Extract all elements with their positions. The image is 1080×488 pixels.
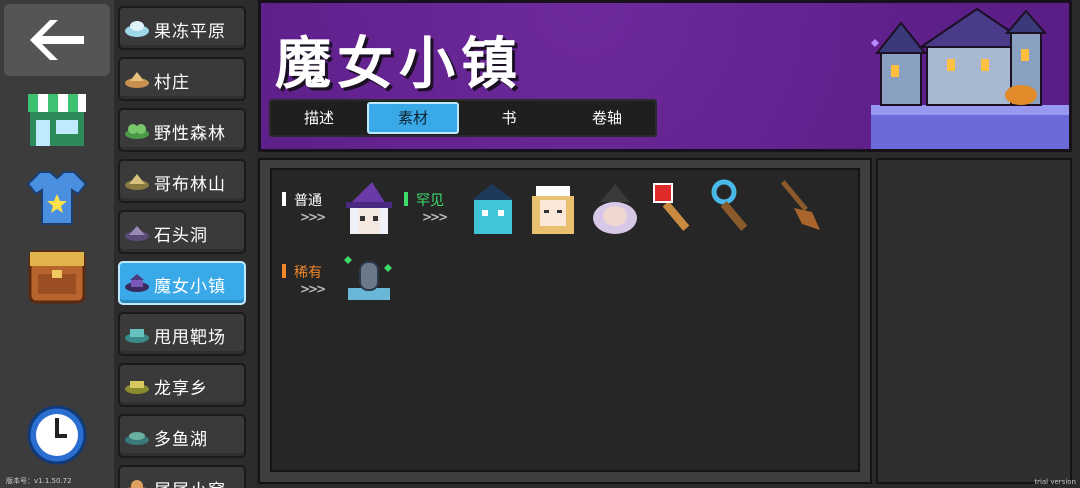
region-label: 魔女小镇 — [154, 277, 226, 297]
rarity-arrows: >>> — [422, 210, 448, 224]
trial-watermark: trial version — [1034, 478, 1076, 486]
region-label: 石头洞 — [154, 226, 208, 246]
region-item-fish-lake[interactable]: 多鱼湖 — [118, 414, 246, 458]
rarity-common: 普通 >>> — [282, 190, 342, 230]
region-item-target-range[interactable]: 甩甩靶场 — [118, 312, 246, 356]
region-list[interactable]: 果冻平原 村庄 野性森林 哥布林山 石头洞 魔女小镇 甩甩靶场 龙享乡 多鱼湖 … — [114, 0, 256, 488]
rarity-marker — [282, 264, 286, 278]
region-label: 尾尾小窝 — [154, 476, 226, 488]
region-item-dragon-village[interactable]: 龙享乡 — [118, 363, 246, 407]
tab-scrolls[interactable]: 卷轴 — [563, 104, 651, 132]
old-witch-icon[interactable] — [588, 182, 642, 236]
region-label: 多鱼湖 — [154, 430, 208, 450]
tab-books[interactable]: 书 — [465, 104, 553, 132]
fish-lake-icon — [125, 432, 149, 445]
region-label: 甩甩靶场 — [154, 328, 226, 348]
region-header: 魔女小镇 描述 素材 书 卷轴 — [258, 0, 1072, 152]
rarity-uncommon: 罕见 >>> — [404, 190, 464, 230]
rarity-label: 稀有 — [294, 265, 322, 281]
rarity-arrows: >>> — [300, 282, 326, 296]
goblin-mountain-icon — [125, 174, 149, 190]
region-item-goblin-mountain[interactable]: 哥布林山 — [118, 159, 246, 203]
blue-staff-icon[interactable] — [708, 178, 762, 232]
shirt-icon[interactable] — [26, 166, 88, 228]
region-label: 龙享乡 — [154, 379, 208, 399]
target-range-icon — [125, 329, 149, 343]
material-detail-panel — [876, 158, 1072, 484]
tombstone-icon[interactable] — [342, 250, 396, 304]
rarity-arrows: >>> — [300, 210, 326, 224]
shop-icon[interactable] — [26, 88, 88, 150]
red-wand-icon[interactable] — [648, 178, 702, 232]
rarity-marker — [282, 192, 286, 206]
dragon-village-icon — [125, 381, 149, 394]
maid-girl-icon[interactable] — [526, 182, 580, 236]
witch-town-icon — [125, 274, 149, 292]
witch-town-castle-image — [871, 7, 1069, 149]
region-item-stone-cave[interactable]: 石头洞 — [118, 210, 246, 254]
version-label: 版本号：v1.1.50.72 — [6, 477, 72, 485]
rarity-label: 罕见 — [416, 193, 444, 209]
back-arrow-icon — [30, 20, 84, 60]
clock-icon[interactable] — [26, 404, 88, 466]
back-button[interactable] — [4, 4, 110, 76]
broom-icon[interactable] — [768, 178, 822, 232]
backpack-icon[interactable] — [26, 244, 88, 306]
jelly-plain-icon — [125, 21, 149, 37]
tab-description[interactable]: 描述 — [275, 104, 363, 132]
page-title: 魔女小镇 — [275, 32, 523, 97]
ghost-witch-icon[interactable] — [466, 182, 520, 236]
region-label: 村庄 — [154, 73, 190, 93]
region-item-village[interactable]: 村庄 — [118, 57, 246, 101]
tab-bar: 描述 素材 书 卷轴 — [269, 99, 657, 137]
village-icon — [125, 72, 149, 88]
tab-materials[interactable]: 素材 — [367, 102, 459, 134]
wild-forest-icon — [125, 124, 149, 139]
region-item-wild-forest[interactable]: 野性森林 — [118, 108, 246, 152]
rarity-label: 普通 — [294, 193, 322, 209]
rarity-marker — [404, 192, 408, 206]
region-item-tail-nest[interactable]: 尾尾小窝 — [118, 465, 246, 488]
region-label: 果冻平原 — [154, 22, 226, 42]
tail-nest-icon — [127, 480, 147, 488]
region-label: 哥布林山 — [154, 175, 226, 195]
region-item-jelly-plain[interactable]: 果冻平原 — [118, 6, 246, 50]
materials-grid: 普通 >>> 罕见 >>> 稀有 >>> — [270, 168, 860, 472]
materials-panel: 普通 >>> 罕见 >>> 稀有 >>> — [258, 158, 872, 484]
region-item-witch-town[interactable]: 魔女小镇 — [118, 261, 246, 305]
witch-girl-icon[interactable] — [342, 182, 396, 236]
side-menu-rail: 版本号：v1.1.50.72 — [0, 0, 116, 488]
rarity-rare: 稀有 >>> — [282, 262, 342, 302]
stone-cave-icon — [125, 226, 149, 241]
region-label: 野性森林 — [154, 124, 226, 144]
